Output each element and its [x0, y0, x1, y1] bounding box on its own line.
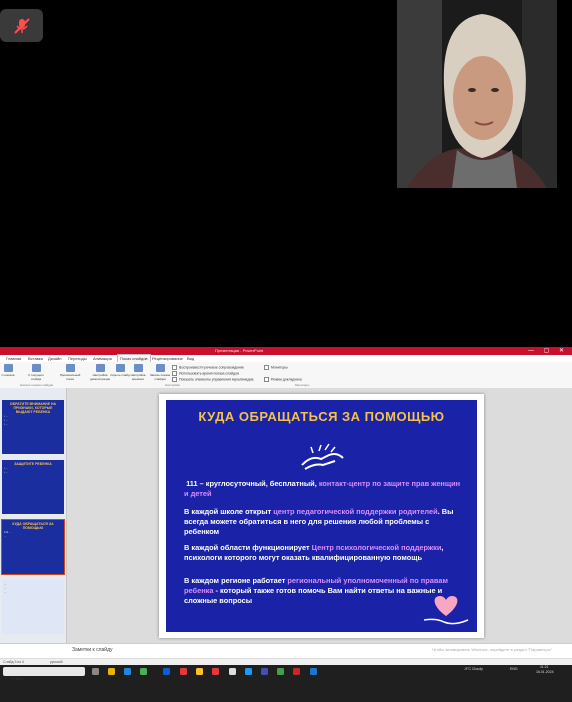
chrome-icon[interactable] [196, 668, 203, 675]
tab-home[interactable]: Главная [6, 355, 21, 362]
timer-icon [133, 364, 143, 372]
zoom-icon[interactable] [310, 668, 317, 675]
from-current-button[interactable]: С текущего слайда [24, 364, 48, 381]
app-icon-blue[interactable] [261, 668, 268, 675]
slide-thumbnail-2[interactable]: ЗАЩИТИТЕ РЕБЕНКА • ... • ... [2, 460, 64, 514]
hide-icon [115, 364, 125, 372]
slide-title: КУДА ОБРАЩАТЬСЯ ЗА ПОМОЩЬЮ [198, 409, 445, 424]
opera-icon[interactable] [212, 668, 219, 675]
current-slide[interactable]: КУДА ОБРАЩАТЬСЯ ЗА ПОМОЩЬЮ 111 – круглос… [159, 394, 484, 638]
tab-transitions[interactable]: Переходы [68, 355, 87, 362]
activation-watermark: Чтобы активировать Windows, перейдите в … [432, 647, 552, 652]
store-icon[interactable] [140, 668, 147, 675]
taskbar: Поиск -9°C Cloudy ENG 11:21 16.01.2024 [0, 665, 572, 702]
language-indicator-tray[interactable]: ENG [510, 667, 518, 672]
clock-time[interactable]: 11:21 [540, 665, 549, 670]
slide-paragraph-4: В каждом регионе работает региональный у… [184, 576, 448, 605]
edge-icon[interactable] [124, 668, 131, 675]
slide-thumbnail-3[interactable]: КУДА ОБРАЩАТЬСЯ ЗА ПОМОЩЬЮ 111 ... ... [1, 519, 65, 575]
narrations-checkbox[interactable]: Воспроизвести речевое сопровождение [172, 365, 244, 370]
microphone-off-icon [13, 17, 30, 34]
slide-paragraph-1: 111 – круглосуточный, бесплатный, контак… [184, 479, 461, 498]
slide-paragraph-2: В каждой школе открыт центр педагогическ… [184, 507, 454, 536]
taskbar-search[interactable]: Поиск [3, 667, 85, 681]
helping-hands-icon [301, 443, 344, 470]
powerpoint-icon[interactable] [293, 668, 300, 675]
file-explorer-icon[interactable] [108, 668, 115, 675]
media-controls-checkbox[interactable]: Показать элементы управления мультимедиа [172, 377, 253, 382]
slide-canvas: КУДА ОБРАЩАТЬСЯ ЗА ПОМОЩЬЮ 111 – круглос… [166, 400, 477, 632]
window-titlebar: Презентация - PowerPoint — ▢ ✕ [0, 347, 572, 355]
record-icon [155, 364, 165, 372]
group-label-monitors: Мониторы [295, 383, 310, 387]
tab-slideshow[interactable]: Показ слайдов [117, 354, 151, 362]
app-icon-green[interactable] [277, 668, 284, 675]
window-controls[interactable]: — ▢ ✕ [528, 347, 568, 355]
slideshow-icon [3, 364, 13, 372]
record-show-button[interactable]: Запись показа слайдов [148, 364, 172, 381]
tab-design[interactable]: Дизайн [48, 355, 61, 362]
tab-insert[interactable]: Вставка [28, 355, 43, 362]
window-title: Презентация - PowerPoint [215, 348, 264, 353]
settings-icon [95, 364, 105, 372]
slideshow-icon [31, 364, 41, 372]
presenter-view-checkbox[interactable]: Режим докладчика [264, 377, 302, 382]
tab-review[interactable]: Рецензирование [152, 355, 183, 362]
notes-pane[interactable]: Заметки к слайду Чтобы активировать Wind… [0, 643, 572, 659]
mute-button[interactable] [0, 9, 43, 42]
participant-video [397, 0, 557, 188]
slide-thumbnail-4[interactable]: ... ... ... [2, 580, 64, 634]
app-icon-red[interactable] [180, 668, 187, 675]
participant-video-image [397, 0, 557, 188]
tab-view[interactable]: Вид [187, 355, 194, 362]
telegram-icon[interactable] [245, 668, 252, 675]
slides-icon [65, 364, 75, 372]
task-view-icon[interactable] [92, 668, 99, 675]
slide-thumbnail-1[interactable]: ОБРАТИТЕ ВНИМАНИЕ НА ПРИЗНАКИ, КОТОРЫЕ В… [2, 400, 64, 454]
tab-animations[interactable]: Анимация [93, 355, 112, 362]
group-label-start: Начало показа слайдов [20, 383, 54, 387]
app-icon-white[interactable] [229, 668, 236, 675]
ribbon: С начала С текущего слайда Произвольный … [0, 362, 572, 389]
slide-paragraph-3: В каждой области функционирует Центр пси… [184, 543, 444, 562]
heart-in-hand-icon [423, 596, 469, 625]
from-beginning-button[interactable]: С начала [0, 364, 20, 377]
custom-show-button[interactable]: Произвольный показ [58, 364, 82, 381]
weather-widget[interactable]: -9°C Cloudy [464, 667, 483, 672]
notes-placeholder: Заметки к слайду [72, 647, 113, 653]
app-icon[interactable] [163, 668, 170, 675]
clock-date[interactable]: 16.01.2024 [536, 670, 554, 675]
monitor-select[interactable]: Мониторы [264, 365, 288, 370]
timings-checkbox[interactable]: Использовать время показа слайдов [172, 371, 239, 376]
rehearse-timings-button[interactable]: Настройка времени [126, 364, 150, 381]
slide-thumbnails-panel: ОБРАТИТЕ ВНИМАНИЕ НА ПРИЗНАКИ, КОТОРЫЕ В… [0, 388, 67, 658]
group-label-setup: Настройка [165, 383, 180, 387]
